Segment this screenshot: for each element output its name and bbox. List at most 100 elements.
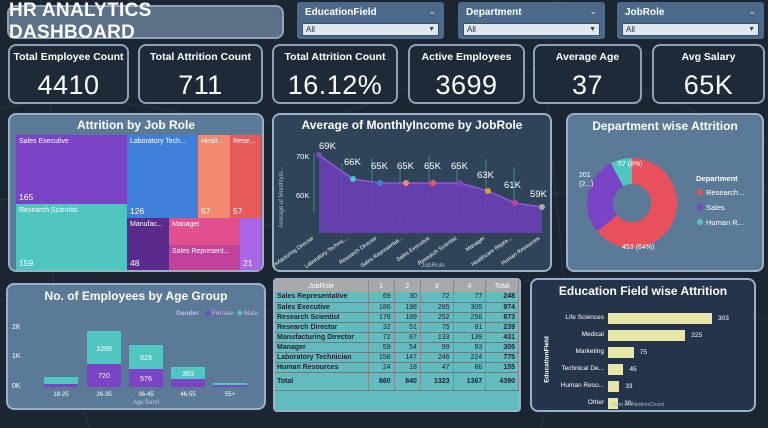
treemap-tile[interactable]: 21 [240,218,261,270]
column-header[interactable]: JobRole [275,280,369,292]
cell-value: 1323 [420,372,454,391]
data-point[interactable] [377,180,383,186]
slicer-jobrole[interactable]: JobRole ⌄ All ▼ [617,2,764,39]
bar[interactable] [608,381,620,392]
data-point[interactable] [539,204,545,210]
income-chart-panel: Average of MonthlyIncome by JobRole 70K … [272,113,552,272]
table-row[interactable]: Manufacturing Director 72 87 133 139 431 [275,332,519,343]
treemap-tile[interactable]: Manufac... 48 [127,218,169,270]
chevron-down-icon[interactable]: ⌄ [428,6,436,17]
slicer-dropdown[interactable]: All ▼ [463,23,600,36]
table-row[interactable]: Sales Executive 186 198 285 305 974 [275,302,519,313]
cell-value: 239 [485,322,519,333]
legend-item[interactable]: Research... [706,188,744,197]
table-row[interactable]: Sales Representative 69 30 72 77 248 [275,292,519,303]
tile-label: Laboratory Tech... [130,138,186,145]
treemap-tile[interactable]: Sales Executive 165 [16,135,127,204]
column-header[interactable]: Total [485,280,519,292]
data-point[interactable] [485,188,491,194]
slicer-value: All [467,25,476,34]
data-point[interactable] [316,152,322,158]
cell-value: 99 [420,342,454,353]
bar[interactable] [608,364,624,375]
cell-value: 93 [453,342,487,353]
age-group-chart: Gender Female Male 2K 1K 0K 1098 720 828… [12,310,258,406]
column-header[interactable]: 2 [394,280,421,292]
table-row[interactable]: Research Scientist 176 189 252 256 873 [275,312,519,323]
table-row[interactable]: Laboratory Technician 158 147 246 224 775 [275,352,519,363]
cell-value: 840 [394,372,421,391]
table-row[interactable]: Research Director 32 51 75 81 239 [275,322,519,333]
slicer-department[interactable]: Department ⌄ All ▼ [458,2,605,39]
treemap-tile[interactable]: Healt... 57 [198,135,230,218]
cell-value: 285 [420,302,454,313]
legend-item[interactable]: Human R... [706,218,744,227]
tile-label: Research Scientist [19,207,78,214]
column-header[interactable]: 3 [420,280,454,292]
bar-male[interactable] [44,377,78,384]
donut-legend: Research... Sales Human R... [697,188,744,227]
y-tick: 0K [12,383,21,390]
chevron-down-icon[interactable]: ⌄ [748,6,756,17]
slicer-educationfield[interactable]: EducationField ⌄ All ▼ [297,2,444,39]
cell-value: 155 [485,362,519,373]
chevron-down-icon[interactable]: ⌄ [589,6,597,17]
bar-value: 33 [625,383,633,390]
treemap-tile[interactable]: Research Scientist 159 [16,204,127,270]
bar-value: 303 [718,315,729,322]
slicer-dropdown[interactable]: All ▼ [302,23,439,36]
bar[interactable] [608,330,686,341]
bar-male[interactable] [213,383,247,385]
table-row[interactable]: Human Resources 24 18 47 66 155 [275,362,519,373]
kpi-label: Avg Salary [681,51,736,63]
treemap-tile[interactable]: Manager [169,218,240,245]
kpi-value: 37 [571,70,604,100]
legend-item[interactable]: Male [244,310,258,317]
treemap-tile[interactable]: Rese... 57 [230,135,261,218]
slicer-dropdown[interactable]: All ▼ [622,23,759,36]
slice-label: 57 (8%) [618,161,643,168]
row-label: Sales Executive [275,302,369,313]
cell-value: 87 [394,332,421,343]
bar-category-label: Life Sciences [565,314,604,321]
legend-title: Department [696,174,738,183]
tile-value: 57 [201,206,211,216]
data-label: 65K [371,161,389,172]
data-point[interactable] [512,200,518,206]
y-tick: 2K [12,324,21,331]
treemap: Sales Executive 165 Research Scientist 159… [16,135,261,270]
cell-value: 158 [368,352,395,363]
bar-label: 576 [140,376,152,383]
cell-value: 32 [368,322,395,333]
data-point[interactable] [457,180,463,186]
treemap-tile[interactable]: Sales Represent... [169,245,240,270]
data-point[interactable] [350,176,356,182]
kpi-card: Total Attrition Count 711 [138,44,263,104]
data-label: 61K [504,180,522,191]
kpi-value: 16.12% [287,70,383,100]
table-row[interactable]: Manager 59 54 99 93 305 [275,342,519,353]
legend-item[interactable]: Sales [706,203,725,212]
treemap-tile[interactable]: Laboratory Tech... 126 [127,135,198,218]
bar-category-label: Other [587,399,604,406]
bar-female[interactable] [171,379,205,387]
bar-female[interactable] [213,385,247,387]
bar[interactable] [608,347,634,358]
chart-title: No. of Employees by Age Group [44,289,228,303]
legend-dot [237,310,243,316]
bar[interactable] [608,313,712,324]
bar-female[interactable] [44,384,78,387]
column-header[interactable]: 1 [368,280,395,292]
income-chart: 70K 60K Average of MonthlyIn... 69K 66K … [274,141,548,270]
kpi-value: 3699 [435,70,498,100]
data-point[interactable] [403,180,409,186]
table-total-row[interactable]: Total 860 840 1323 1367 4390 [275,372,519,391]
legend-item[interactable]: Female [212,310,234,317]
cell-value: 75 [420,322,454,333]
cell-value: 431 [485,332,519,343]
cell-value: 246 [420,352,454,363]
cell-value: 47 [420,362,454,373]
column-header[interactable]: 4 [453,280,487,292]
tile-label: Rese... [233,138,256,145]
data-point[interactable] [430,180,436,186]
